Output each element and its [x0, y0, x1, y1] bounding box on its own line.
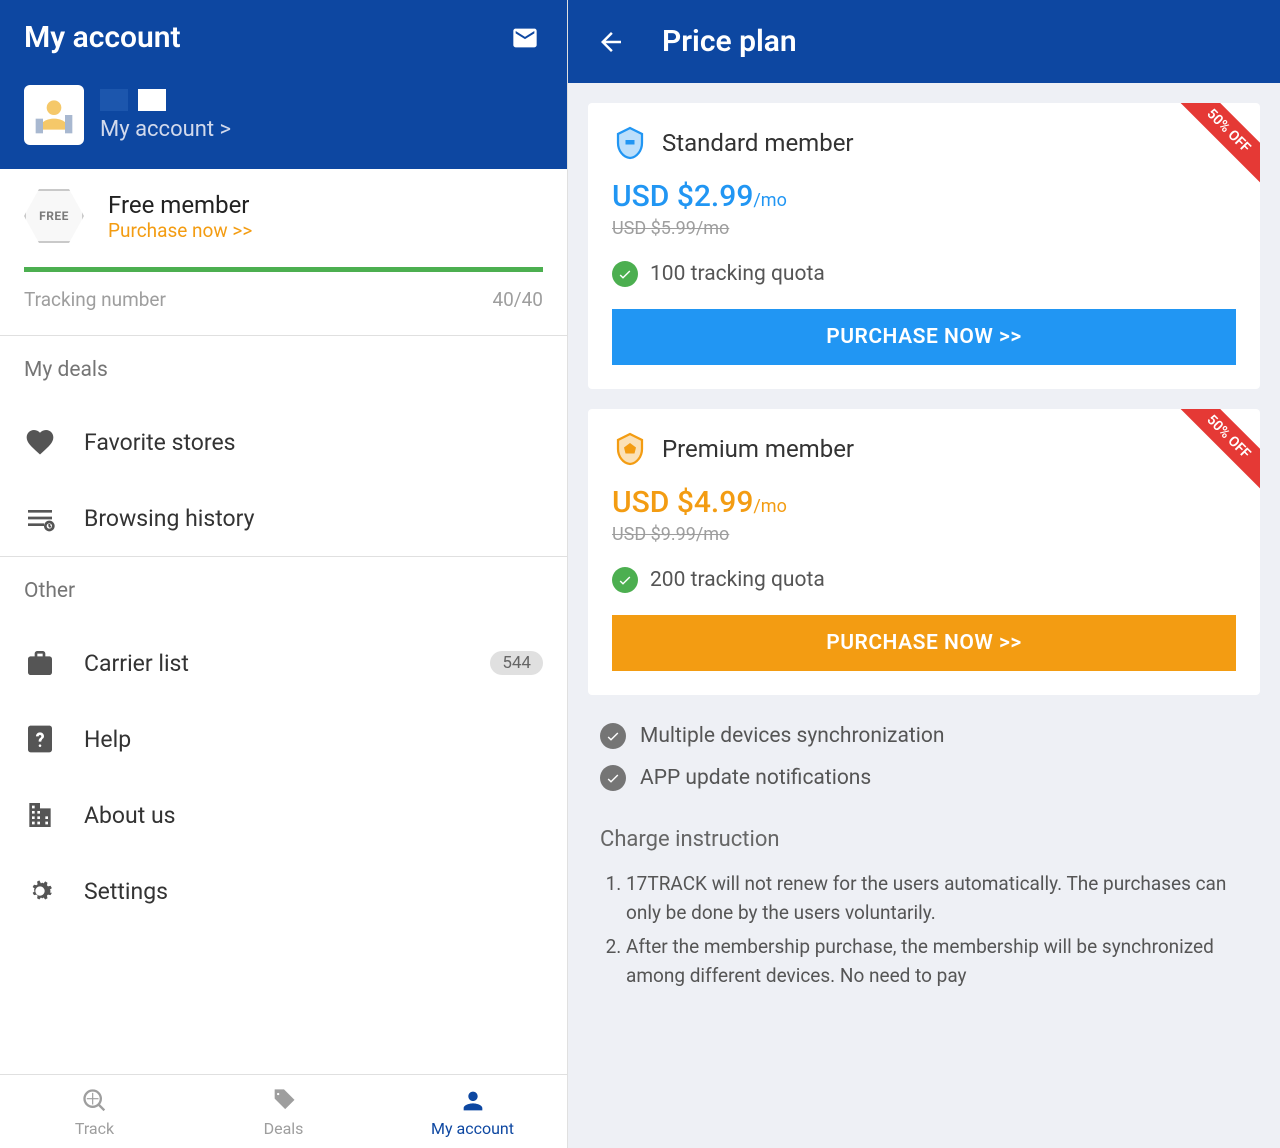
menu-settings[interactable]: Settings [0, 853, 567, 929]
account-header: My account My account > [0, 0, 567, 169]
membership-card: FREE Free member Purchase now >> Trackin… [0, 169, 567, 335]
purchase-now-link[interactable]: Purchase now >> [108, 219, 252, 242]
building-icon [24, 799, 56, 831]
page-title: Price plan [662, 24, 797, 59]
check-icon [612, 567, 638, 593]
menu-favorite-stores[interactable]: Favorite stores [0, 404, 567, 480]
nav-label: Track [75, 1119, 114, 1138]
price-plan-screen: Price plan 50% OFF Standard member USD $… [568, 0, 1280, 1148]
check-icon [600, 723, 626, 749]
nav-my-account[interactable]: My account [378, 1075, 567, 1148]
mail-icon[interactable] [507, 24, 543, 52]
nav-deals[interactable]: Deals [189, 1075, 378, 1148]
premium-plan-card: 50% OFF Premium member USD $4.99/mo USD … [588, 409, 1260, 695]
gear-icon [24, 875, 56, 907]
person-icon [459, 1087, 487, 1115]
my-account-screen: My account My account > FREE Free member… [0, 0, 568, 1148]
nav-track[interactable]: Track [0, 1075, 189, 1148]
charge-item: After the membership purchase, the membe… [626, 933, 1248, 990]
menu-label: Carrier list [84, 650, 462, 677]
charge-item: 17TRACK will not renew for the users aut… [626, 870, 1248, 927]
tracking-count: 40/40 [492, 288, 543, 311]
extra-features: Multiple devices synchronization APP upd… [568, 695, 1280, 817]
extra-feature-text: APP update notifications [640, 766, 871, 790]
plan-price: USD $4.99/mo [612, 485, 1236, 520]
menu-label: Settings [84, 878, 543, 905]
plan-price: USD $2.99/mo [612, 179, 1236, 214]
charge-instruction: Charge instruction 17TRACK will not rene… [568, 817, 1280, 1006]
menu-browsing-history[interactable]: Browsing history [0, 480, 567, 556]
member-tier: Free member [108, 191, 252, 219]
tracking-label: Tracking number [24, 288, 166, 311]
section-other: Other [0, 557, 567, 625]
menu-carrier-list[interactable]: Carrier list 544 [0, 625, 567, 701]
check-icon [600, 765, 626, 791]
menu-help[interactable]: Help [0, 701, 567, 777]
history-icon [24, 502, 56, 534]
indicator-box [100, 89, 128, 111]
premium-plan-icon [612, 431, 648, 467]
menu-label: Favorite stores [84, 429, 543, 456]
globe-search-icon [81, 1087, 109, 1115]
plan-old-price: USD $9.99/mo [612, 524, 1236, 545]
carrier-icon [24, 647, 56, 679]
plan-feature-text: 200 tracking quota [650, 568, 825, 592]
plan-feature-text: 100 tracking quota [650, 262, 825, 286]
plan-name: Standard member [662, 129, 854, 157]
price-plan-header: Price plan [568, 0, 1280, 83]
plan-old-price: USD $5.99/mo [612, 218, 1236, 239]
nav-label: My account [431, 1119, 514, 1138]
purchase-premium-button[interactable]: PURCHASE NOW >> [612, 615, 1236, 671]
page-title: My account [24, 20, 181, 55]
back-icon[interactable] [596, 27, 626, 57]
plan-name: Premium member [662, 435, 854, 463]
standard-plan-card: 50% OFF Standard member USD $2.99/mo USD… [588, 103, 1260, 389]
free-badge-icon: FREE [24, 189, 84, 243]
tag-icon [270, 1087, 298, 1115]
bottom-nav: Track Deals My account [0, 1074, 567, 1148]
menu-label: Help [84, 726, 543, 753]
account-link-row[interactable]: My account > [24, 85, 543, 145]
extra-feature-text: Multiple devices synchronization [640, 724, 944, 748]
section-my-deals: My deals [0, 336, 567, 404]
indicator-box [138, 89, 166, 111]
charge-title: Charge instruction [600, 827, 1248, 852]
help-icon [24, 723, 56, 755]
heart-icon [24, 426, 56, 458]
menu-label: Browsing history [84, 505, 543, 532]
menu-label: About us [84, 802, 543, 829]
menu-about-us[interactable]: About us [0, 777, 567, 853]
check-icon [612, 261, 638, 287]
standard-plan-icon [612, 125, 648, 161]
account-link-text: My account > [100, 117, 231, 142]
avatar [24, 85, 84, 145]
purchase-standard-button[interactable]: PURCHASE NOW >> [612, 309, 1236, 365]
carrier-count-badge: 544 [490, 651, 543, 675]
nav-label: Deals [264, 1119, 304, 1138]
